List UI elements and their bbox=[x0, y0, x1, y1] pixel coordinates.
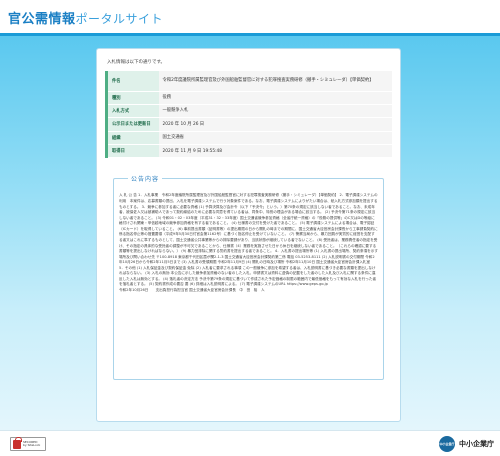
notice-box: 公告内容 入 札 公 告 1．入札事業 令和2年度議院所属監理官及び外国船舶監督… bbox=[113, 174, 384, 381]
notice-paragraph: 入 札 公 告 1．入札事業 令和2年度議院所属監理官及び外国船舶監督官に対する… bbox=[119, 193, 378, 265]
site-footer: SECURED by SiteLock 中小企業庁 中小企業庁 bbox=[0, 430, 500, 456]
table-row: 組織 国土交通省 bbox=[105, 131, 392, 146]
seal-text: SECURED by SiteLock bbox=[23, 440, 41, 448]
table-row: 公示日または更新日 2020 年 10 月 26 日 bbox=[105, 117, 392, 132]
table-row: 件名 令和2年度議院所属監理官及び外国船舶監督官に対する犯罪搜査実務研修（撤手・… bbox=[105, 71, 392, 92]
row-key-date: 公示日または更新日 bbox=[105, 117, 159, 132]
logo-main-text: 官公需情報 bbox=[8, 12, 76, 27]
org-name: 中小企業庁 bbox=[459, 440, 494, 448]
bid-detail-card: 入札情報は以下の通りです。 件名 令和2年度議院所属監理官及び外国船舶監督官に対… bbox=[96, 48, 401, 422]
org-mark-icon: 中小企業庁 bbox=[439, 436, 455, 452]
row-value-date: 2020 年 10 月 26 日 bbox=[158, 117, 392, 132]
row-value-title: 令和2年度議院所属監理官及び外国船舶監督官に対する犯罪搜査実務研修（撤手・シミュ… bbox=[158, 71, 392, 92]
row-value-acquired: 2020 年 11 月 9 日 19:55:48 bbox=[158, 144, 392, 159]
lock-icon bbox=[13, 436, 22, 449]
logo-sub-text: ポータルサイト bbox=[75, 12, 164, 26]
content-background: 入札情報は以下の通りです。 件名 令和2年度議院所属監理官及び外国船舶監督官に対… bbox=[0, 36, 500, 430]
notice-body: 入 札 公 告 1．入札事業 令和2年度議院所属監理官及び外国船舶監督官に対する… bbox=[119, 193, 378, 293]
seal-line-2: by SiteLock bbox=[23, 443, 41, 447]
row-key-acquired: 取得日 bbox=[105, 144, 159, 159]
intro-text: 入札情報は以下の通りです。 bbox=[107, 60, 166, 65]
table-row: 取得日 2020 年 11 月 9 日 19:55:48 bbox=[105, 144, 392, 159]
row-key-org: 組織 bbox=[105, 131, 159, 146]
bid-info-table: 件名 令和2年度議院所属監理官及び外国船舶監督官に対する犯罪搜査実務研修（撤手・… bbox=[105, 71, 392, 159]
row-value-method: 一般競争入札 bbox=[158, 104, 392, 119]
site-logo[interactable]: 官公需情報ポータルサイト bbox=[8, 8, 500, 27]
row-value-org: 国土交通省 bbox=[158, 131, 392, 146]
table-row: 入札方式 一般競争入札 bbox=[105, 104, 392, 119]
row-value-type: 役務 bbox=[158, 91, 392, 105]
notice-paragraph: 令和2年10月26日 支出負担行為担当官 国土交通省大臣官房会計課長 中 田 裕… bbox=[119, 288, 265, 293]
row-key-type: 種別 bbox=[105, 91, 159, 105]
security-seal[interactable]: SECURED by SiteLock bbox=[10, 436, 46, 451]
notice-paragraph: 5．その他 (1) 入札保証金及び契約保証金 免除 (2) 入札者に要求される事… bbox=[119, 265, 377, 287]
row-key-title: 件名 bbox=[105, 71, 159, 92]
notice-title: 公告内容 bbox=[128, 174, 163, 184]
org-logo[interactable]: 中小企業庁 中小企業庁 bbox=[439, 436, 494, 452]
row-key-method: 入札方式 bbox=[105, 104, 159, 119]
table-row: 種別 役務 bbox=[105, 91, 392, 105]
site-header: 官公需情報ポータルサイト bbox=[0, 0, 500, 36]
